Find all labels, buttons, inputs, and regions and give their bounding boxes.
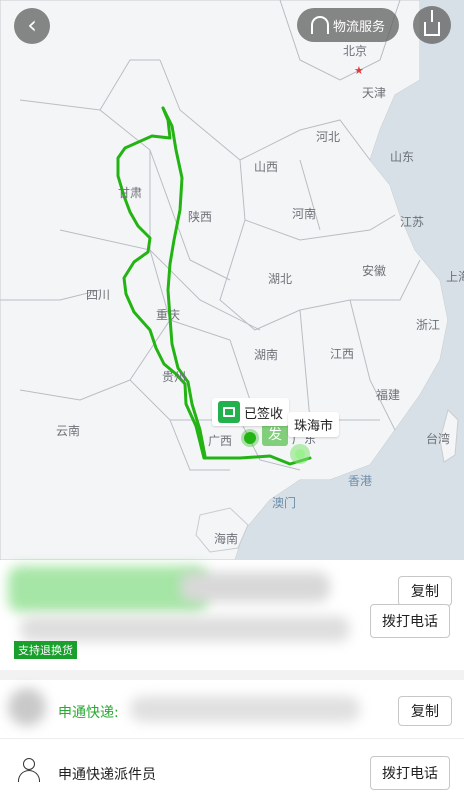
city-jiangsu: 江苏 bbox=[400, 215, 425, 229]
city-henan: 河南 bbox=[292, 207, 317, 221]
call-courier-button[interactable]: 拨打电话 bbox=[370, 756, 450, 790]
city-anhui: 安徽 bbox=[362, 264, 387, 278]
divider bbox=[0, 738, 464, 739]
delivered-marker[interactable]: 已签收 bbox=[212, 398, 290, 426]
city-yunnan: 云南 bbox=[56, 424, 81, 438]
blurred-phone bbox=[20, 616, 350, 642]
city-guangxi: 广西 bbox=[208, 434, 233, 448]
city-hubei: 湖北 bbox=[268, 272, 293, 286]
call-order-button[interactable]: 拨打电话 bbox=[370, 604, 450, 638]
map-canvas: ★ 发 bbox=[0, 0, 464, 560]
city-shandong: 山东 bbox=[390, 150, 415, 164]
delivered-label: 已签收 bbox=[244, 406, 284, 422]
share-icon bbox=[424, 10, 440, 36]
copy-tracking-button[interactable]: 复制 bbox=[398, 696, 452, 726]
city-chongqing: 重庆 bbox=[156, 308, 181, 322]
courier-card: 申通快递: 复制 申通快递派件员 拨打电话 bbox=[0, 680, 464, 800]
city-hongkong: 香港 bbox=[348, 474, 373, 488]
back-button[interactable]: ‹ bbox=[14, 8, 50, 44]
city-fujian: 福建 bbox=[376, 388, 401, 402]
city-tianjin: 天津 bbox=[362, 86, 387, 100]
logistics-map[interactable]: ★ 发 北京 天津 河北 山西 山东 甘肃 陕西 河南 江苏 安徽 上海 四川 … bbox=[0, 0, 464, 560]
city-jiangxi: 江西 bbox=[330, 347, 355, 361]
city-shanxi: 山西 bbox=[254, 160, 279, 174]
svg-text:★: ★ bbox=[354, 64, 364, 77]
copy-order-button[interactable]: 复制 bbox=[398, 576, 452, 606]
city-sichuan: 四川 bbox=[86, 288, 111, 302]
city-shanghai: 上海 bbox=[446, 270, 464, 284]
logistics-service-label: 物流服务 bbox=[332, 19, 385, 35]
package-icon bbox=[218, 401, 240, 423]
city-beijing: 北京 bbox=[343, 44, 368, 58]
city-taiwan: 台湾 bbox=[426, 432, 451, 446]
order-card: 支持退换货 复制 拨打电话 bbox=[0, 560, 464, 670]
chevron-left-icon: ‹ bbox=[27, 11, 37, 39]
city-zhejiang: 浙江 bbox=[416, 318, 441, 332]
blurred-tracking-number bbox=[130, 696, 360, 722]
share-button[interactable] bbox=[413, 6, 451, 44]
courier-person-icon bbox=[18, 758, 40, 782]
svg-text:发: 发 bbox=[268, 427, 282, 443]
destination-label: 珠海市 bbox=[288, 412, 340, 437]
city-gansu: 甘肃 bbox=[118, 186, 143, 200]
city-guizhou: 贵州 bbox=[162, 370, 187, 384]
city-hainan: 海南 bbox=[214, 532, 239, 546]
city-hunan: 湖南 bbox=[254, 348, 279, 362]
headset-icon bbox=[310, 16, 329, 34]
city-hebei: 河北 bbox=[316, 130, 341, 144]
blurred-address bbox=[8, 566, 208, 612]
city-shaanxi: 陕西 bbox=[188, 210, 213, 224]
courier-company: 申通快递: bbox=[58, 705, 119, 721]
courier-person-label: 申通快递派件员 bbox=[58, 767, 156, 783]
logistics-service-button[interactable]: 物流服务 bbox=[297, 8, 399, 42]
company-logo-blurred bbox=[8, 688, 46, 726]
city-macau: 澳门 bbox=[272, 496, 297, 510]
return-exchange-tag: 支持退换货 bbox=[14, 641, 77, 659]
